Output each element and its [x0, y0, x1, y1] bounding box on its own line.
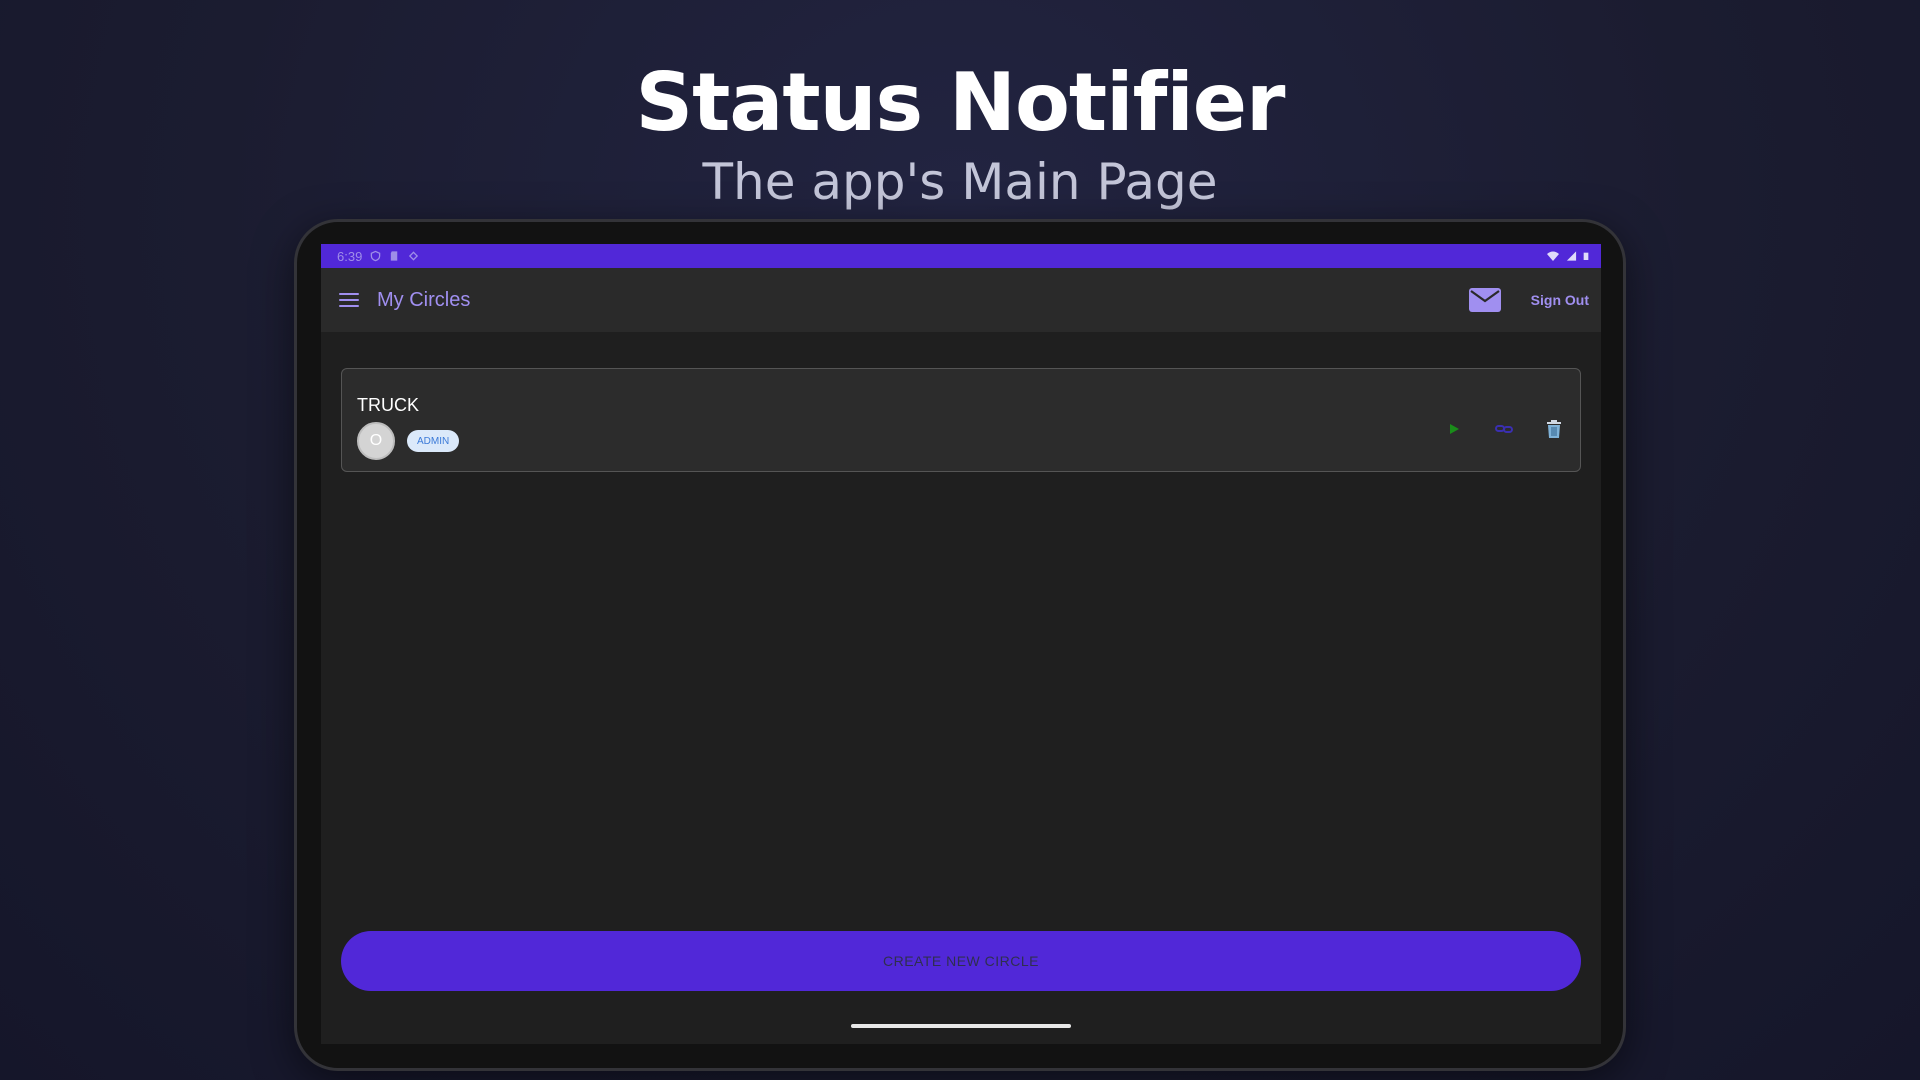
status-time: 6:39	[337, 248, 363, 264]
create-new-circle-button[interactable]: CREATE NEW CIRCLE	[341, 931, 1581, 991]
home-indicator[interactable]	[851, 1024, 1071, 1028]
link-icon	[1495, 425, 1513, 433]
sd-card-icon	[391, 251, 398, 261]
battery-icon	[1583, 252, 1589, 260]
play-icon	[1450, 424, 1459, 434]
page-title: My Circles	[377, 288, 471, 311]
circle-card[interactable]: TRUCK O ADMIN	[341, 368, 1581, 472]
vpn-shield-icon	[371, 250, 381, 262]
avatar: O	[357, 422, 395, 460]
role-badge: ADMIN	[407, 430, 460, 452]
signal-icon	[1566, 251, 1577, 261]
app-bar: My Circles Sign Out	[321, 268, 1601, 332]
mail-icon[interactable]	[1468, 288, 1501, 312]
wifi-icon	[1547, 251, 1559, 261]
play-button[interactable]	[1442, 417, 1466, 441]
hero-subtitle: The app's Main Page	[702, 153, 1218, 211]
circle-name: TRUCK	[357, 395, 419, 415]
diamond-icon	[409, 251, 419, 261]
trash-icon	[1547, 420, 1561, 438]
link-button[interactable]	[1492, 417, 1516, 441]
sign-out-button[interactable]: Sign Out	[1531, 292, 1589, 308]
hero-title: Status Notifier	[635, 56, 1285, 149]
tablet-frame: 6:39 My Circles Sign Out TRUCK O ADMIN C…	[294, 219, 1626, 1071]
menu-icon[interactable]	[339, 293, 359, 307]
delete-button[interactable]	[1542, 417, 1566, 441]
status-bar: 6:39	[321, 244, 1601, 268]
app-screen: 6:39 My Circles Sign Out TRUCK O ADMIN C…	[321, 244, 1601, 1044]
